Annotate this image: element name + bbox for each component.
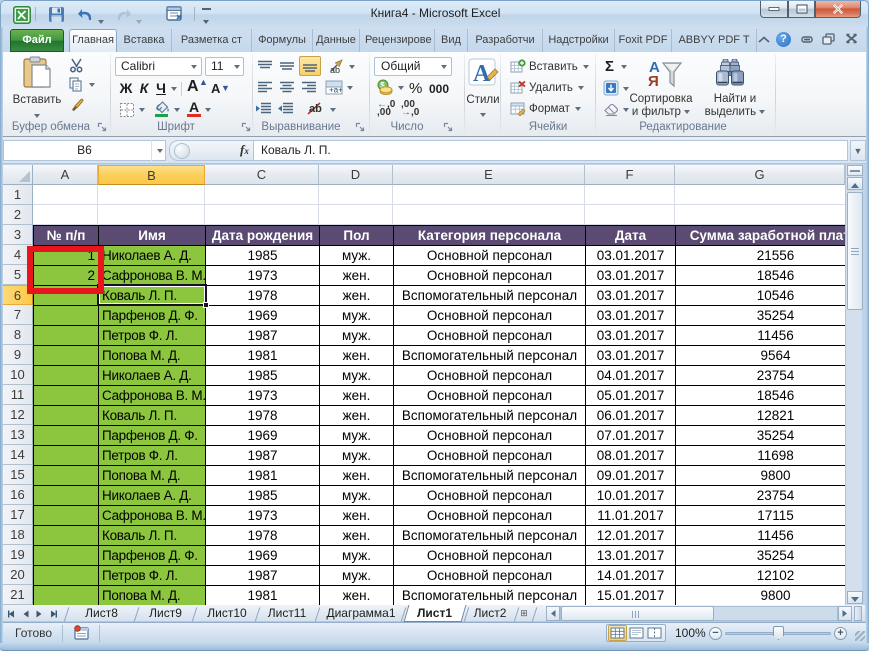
svg-text:ab: ab [309,103,322,115]
svg-text:A: A [473,61,491,87]
svg-text:Я: Я [648,73,659,88]
svg-text:+a+: +a+ [329,86,343,95]
svg-text:ab: ab [330,65,340,74]
